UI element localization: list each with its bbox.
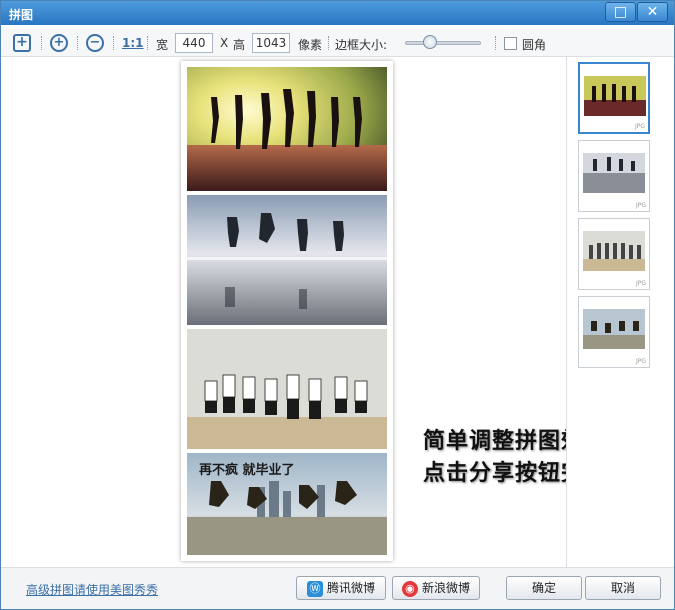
- thumbnail-format-tag: JPG: [635, 202, 646, 209]
- tencent-weibo-icon: Ⓦ: [306, 580, 323, 597]
- thumbnail-image: [583, 231, 645, 271]
- width-input[interactable]: 440: [175, 33, 213, 53]
- thumbnail-format-tag: JPG: [635, 280, 646, 287]
- thumbnail-image: [583, 153, 645, 193]
- collage-photo[interactable]: [187, 67, 387, 191]
- toolbar-divider: [147, 36, 148, 50]
- thumbnail-image: [583, 309, 645, 349]
- photo-caption-text: 再不疯 就毕业了: [199, 463, 295, 478]
- close-icon: ✕: [646, 4, 659, 20]
- group-jump-photo: [187, 329, 387, 449]
- zoom-out-icon[interactable]: −: [86, 34, 104, 52]
- thumbnail-panel: JPG JPG JPG JPG: [566, 57, 674, 567]
- width-label: 宽: [156, 38, 169, 52]
- actual-size-button[interactable]: 1:1: [122, 36, 144, 50]
- unit-label: 像素: [298, 38, 323, 52]
- sunset-jump-photo: [187, 67, 387, 191]
- toolbar-divider: [328, 36, 329, 50]
- toolbar-divider: [495, 36, 496, 50]
- maximize-icon: □: [613, 4, 628, 20]
- thumbnail-format-tag: JPG: [634, 123, 645, 130]
- border-size-label: 边框大小:: [335, 38, 388, 52]
- toolbar-divider: [41, 36, 42, 50]
- maximize-button[interactable]: □: [605, 2, 636, 22]
- tencent-weibo-label: 腾讯微博: [326, 581, 375, 595]
- collage-photo[interactable]: [187, 329, 387, 449]
- toolbar-divider: [77, 36, 78, 50]
- collage-photo[interactable]: 再不疯 就毕业了: [187, 453, 387, 555]
- collage-photo[interactable]: [187, 195, 387, 325]
- cancel-button[interactable]: 取消: [585, 576, 661, 600]
- add-image-icon[interactable]: +: [13, 34, 31, 52]
- height-label: 高: [233, 38, 246, 52]
- thumbnail-format-tag: JPG: [635, 358, 646, 365]
- beach-jump-photo: [187, 195, 387, 325]
- ok-button[interactable]: 确定: [506, 576, 582, 600]
- advanced-collage-link[interactable]: 高级拼图请使用美图秀秀: [26, 581, 158, 598]
- thumbnail-item[interactable]: JPG: [578, 296, 650, 368]
- close-button[interactable]: ✕: [637, 2, 668, 22]
- toolbar-divider: [113, 36, 114, 50]
- thumbnail-item[interactable]: JPG: [578, 218, 650, 290]
- border-size-slider-thumb[interactable]: [423, 35, 437, 49]
- toolbar: + + − 1:1 宽 440 X 高 1043 像素 边框大小: 圆角: [1, 29, 674, 57]
- sina-weibo-icon: ◉: [401, 580, 418, 597]
- footer-bar: 高级拼图请使用美图秀秀 Ⓦ 腾讯微博 ◉ 新浪微博 确定 取消: [1, 567, 674, 609]
- x-label: X: [220, 36, 229, 50]
- height-input[interactable]: 1043: [252, 33, 290, 53]
- title-bar: 拼图 □ ✕: [1, 1, 674, 25]
- thumbnail-item[interactable]: JPG: [578, 62, 650, 134]
- share-sina-weibo-button[interactable]: ◉ 新浪微博: [392, 576, 480, 600]
- window-title: 拼图: [9, 8, 34, 22]
- rounded-corner-checkbox[interactable]: [504, 37, 517, 50]
- collage-preview: 再不疯 就毕业了: [181, 61, 393, 561]
- zoom-in-icon[interactable]: +: [50, 34, 68, 52]
- border-size-slider-track[interactable]: [405, 41, 481, 45]
- thumbnail-image: [584, 76, 646, 116]
- sina-weibo-label: 新浪微博: [421, 581, 470, 595]
- share-tencent-weibo-button[interactable]: Ⓦ 腾讯微博: [296, 576, 386, 600]
- collage-window: 拼图 □ ✕ + + − 1:1 宽 440 X 高 1043 像素 边框大小:…: [0, 0, 675, 610]
- thumbnail-item[interactable]: JPG: [578, 140, 650, 212]
- rounded-corner-label: 圆角: [522, 38, 547, 52]
